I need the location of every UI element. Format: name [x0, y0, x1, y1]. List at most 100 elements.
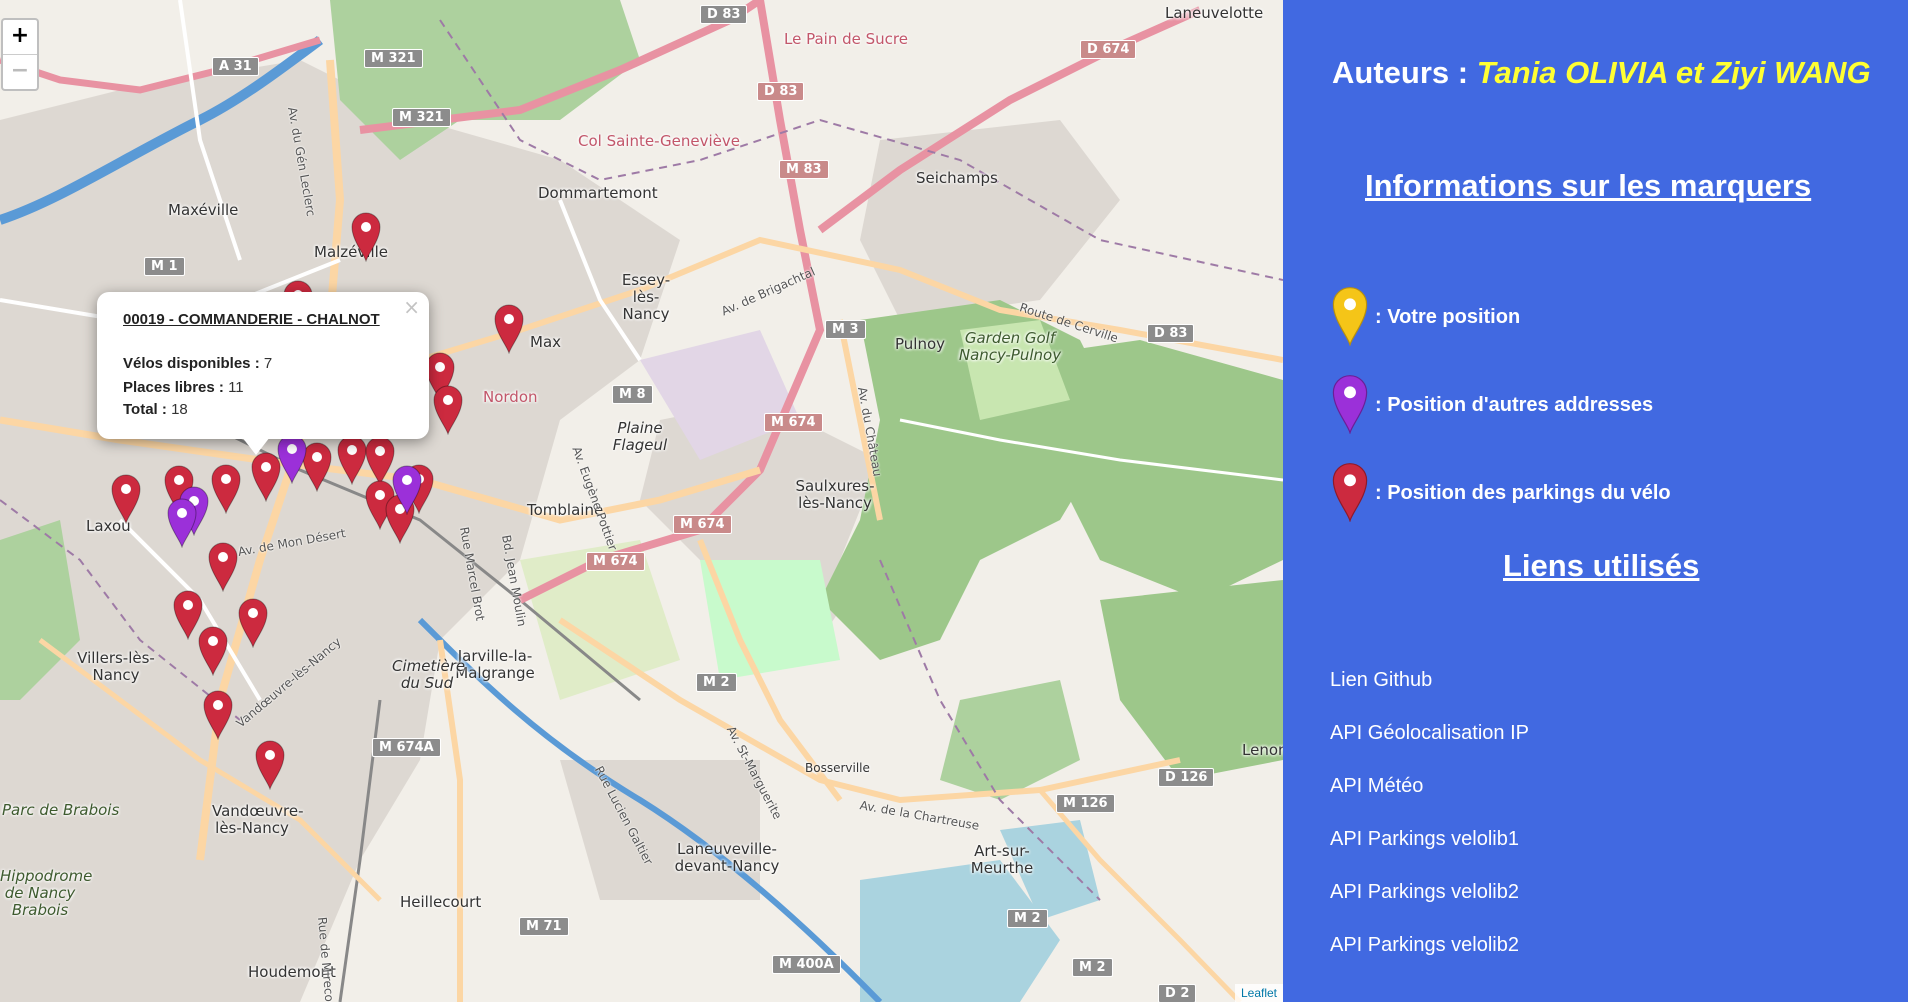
place-label: Cimetière du Sud: [392, 657, 466, 692]
popup-total-value: 18: [171, 401, 188, 418]
place-label: Parc de Brabois: [2, 801, 120, 819]
red-marker[interactable]: [110, 472, 142, 524]
link-github[interactable]: Lien Github: [1330, 669, 1432, 692]
markers-heading: Informations sur les marquers: [1365, 168, 1812, 203]
road-shield: M 3: [825, 320, 866, 339]
popup-places-label: Places libres :: [123, 379, 224, 396]
purple-marker-icon: [392, 465, 422, 515]
red-marker[interactable]: [197, 624, 229, 676]
popup-title: 00019 - COMMANDERIE - CHALNOT: [123, 311, 380, 328]
place-label: Hippodrome de Nancy Brabois: [0, 867, 93, 919]
yellow-marker-icon: [1332, 287, 1368, 346]
road-shield: M 674: [673, 515, 732, 534]
purple-marker[interactable]: [391, 463, 423, 515]
link-api-parkings-2b[interactable]: API Parkings velolib2: [1330, 934, 1519, 957]
purple-marker[interactable]: [166, 496, 198, 548]
road-shield: M 321: [364, 49, 423, 68]
road-shield: M 2: [1072, 958, 1113, 977]
purple-marker-icon: [167, 498, 197, 548]
road-shield: M 321: [392, 108, 451, 127]
road-shield: D 83: [700, 5, 748, 24]
link-api-parkings-1[interactable]: API Parkings velolib1: [1330, 828, 1519, 851]
red-marker-icon: [198, 626, 228, 676]
authors-line: Auteurs : Tania OLIVIA et Ziyi WANG: [1332, 55, 1871, 91]
place-label: Plaine Flageul: [612, 419, 668, 454]
popup-places-row: Places libres : 11: [123, 379, 244, 396]
place-label: Col Sainte-Geneviève: [578, 132, 741, 150]
zoom-in-button[interactable]: +: [3, 20, 37, 55]
road-shield: M 674: [764, 413, 823, 432]
red-marker[interactable]: [237, 596, 269, 648]
place-label: Lenoncourt: [1242, 741, 1283, 759]
authors-label: Auteurs :: [1332, 55, 1469, 90]
red-marker-icon: [203, 690, 233, 740]
purple-marker[interactable]: [276, 432, 308, 484]
place-label: Laneuvelotte: [1165, 4, 1264, 22]
red-marker-icon: [208, 542, 238, 592]
zoom-control: + −: [1, 18, 39, 91]
place-label: Bosserville: [805, 761, 870, 775]
red-marker[interactable]: [350, 210, 382, 262]
road-shield: M 126: [1056, 794, 1115, 813]
road-shield: M 2: [1007, 909, 1048, 928]
popup-total-label: Total :: [123, 401, 167, 418]
place-label: Nordon: [483, 388, 538, 406]
red-marker[interactable]: [207, 540, 239, 592]
leaflet-attribution-link[interactable]: Leaflet: [1234, 984, 1283, 1002]
place-label: Art-sur-Meurthe: [970, 842, 1034, 877]
zoom-out-button[interactable]: −: [3, 55, 37, 89]
place-label: Villers-lès-Nancy: [77, 649, 155, 684]
place-label: Max: [530, 333, 562, 351]
place-label: Pulnoy: [895, 335, 946, 353]
road-shield: D 126: [1158, 768, 1215, 787]
road-shield: M 2: [696, 673, 737, 692]
purple-marker-icon: [277, 434, 307, 484]
red-marker[interactable]: [254, 738, 286, 790]
place-label: Saulxures-lès-Nancy: [795, 477, 875, 512]
red-marker-icon: [111, 474, 141, 524]
road-shield: D 83: [1147, 324, 1195, 343]
popup-bikes-value: 7: [263, 355, 273, 372]
red-marker[interactable]: [493, 302, 525, 354]
road-shield: D 2: [1158, 984, 1197, 1002]
place-label: Le Pain de Sucre: [784, 30, 908, 48]
popup-bikes-label: Vélos disponibles :: [123, 355, 260, 372]
road-shield: A 31: [212, 57, 259, 76]
legend-label: : Position d'autres addresses: [1375, 394, 1654, 416]
link-api-weather[interactable]: API Météo: [1330, 775, 1423, 798]
road-shield: M 1: [144, 257, 185, 276]
popup-total-row: Total : 18: [123, 401, 188, 418]
red-marker-icon: [1332, 463, 1368, 522]
red-marker-icon: [211, 464, 241, 514]
red-marker[interactable]: [202, 688, 234, 740]
road-shield: M 674: [586, 552, 645, 571]
authors-names: Tania OLIVIA et Ziyi WANG: [1476, 55, 1871, 90]
road-shield: M 8: [612, 385, 653, 404]
popup-places-value: 11: [228, 379, 244, 396]
map[interactable]: Laneuvelotte Le Pain de Sucre Maxéville …: [0, 0, 1283, 1002]
place-label: Essey-lès-Nancy: [621, 271, 671, 323]
popup-close-button[interactable]: ×: [403, 295, 420, 319]
link-api-parkings-2[interactable]: API Parkings velolib2: [1330, 881, 1519, 904]
legend-label: : Position des parkings du vélo: [1375, 482, 1671, 504]
purple-marker-icon: [1332, 375, 1368, 434]
popup-bikes-row: Vélos disponibles : 7: [123, 355, 272, 372]
place-label: Dommartemont: [538, 184, 658, 202]
popup-tip: [242, 437, 270, 455]
place-label: Garden Golf Nancy-Pulnoy: [958, 329, 1062, 364]
red-marker-icon: [351, 212, 381, 262]
road-shield: M 71: [519, 917, 569, 936]
links-heading: Liens utilisés: [1503, 548, 1700, 583]
place-label: Heillecourt: [400, 893, 482, 911]
red-marker-icon: [433, 385, 463, 435]
station-popup: × 00019 - COMMANDERIE - CHALNOT Vélos di…: [97, 292, 429, 439]
sidebar: Auteurs : Tania OLIVIA et Ziyi WANG Info…: [1283, 0, 1908, 1002]
road-shield: D 674: [1080, 40, 1137, 59]
red-marker[interactable]: [210, 462, 242, 514]
link-api-geolocation[interactable]: API Géolocalisation IP: [1330, 722, 1529, 745]
road-shield: M 400A: [772, 955, 841, 974]
legend-label: : Votre position: [1375, 306, 1521, 328]
place-label: Vandœuvre-lès-Nancy: [212, 802, 304, 837]
place-label: Maxéville: [168, 201, 239, 219]
red-marker[interactable]: [432, 383, 464, 435]
